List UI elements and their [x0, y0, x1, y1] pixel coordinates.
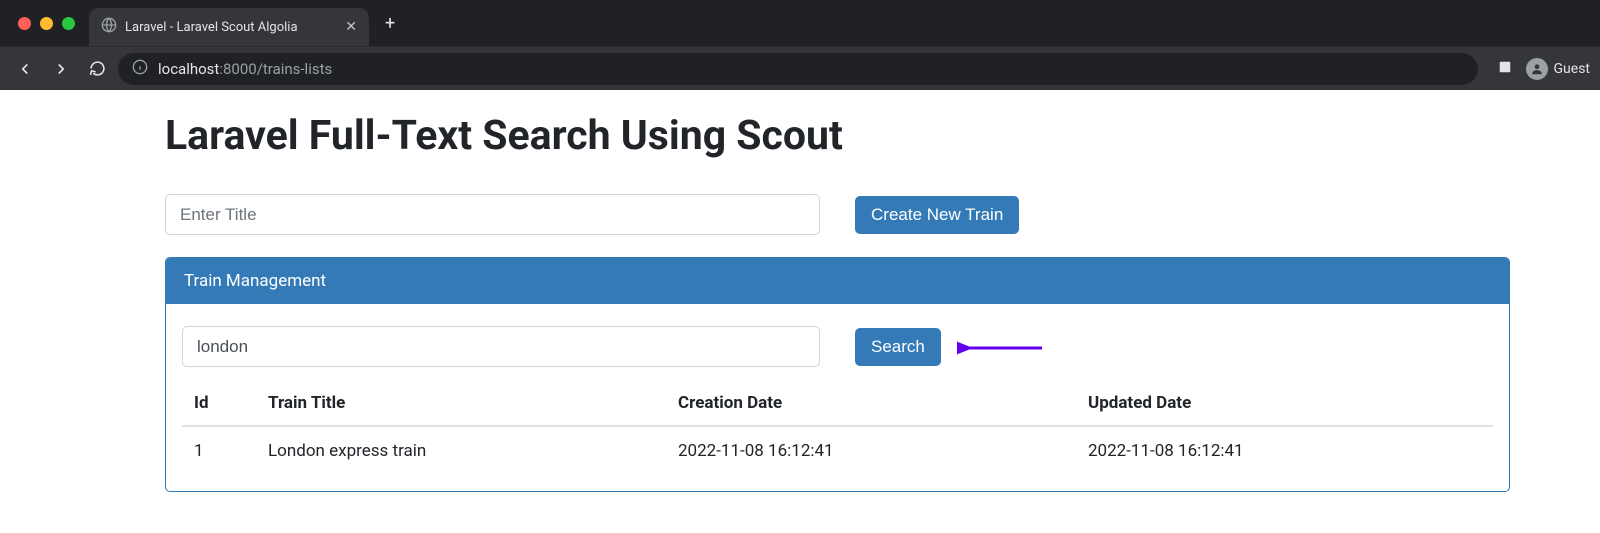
new-tab-button[interactable]: +: [369, 13, 411, 34]
window-maximize-button[interactable]: [62, 17, 75, 30]
panel-header: Train Management: [166, 258, 1509, 304]
forward-button[interactable]: [46, 54, 76, 84]
address-bar[interactable]: localhost:8000/trains-lists: [118, 53, 1478, 85]
title-input[interactable]: [165, 194, 820, 235]
url-port: :8000: [219, 60, 256, 78]
profile-label: Guest: [1554, 61, 1590, 77]
url-host: localhost: [158, 60, 219, 78]
profile-button[interactable]: Guest: [1526, 58, 1590, 80]
browser-chrome: Laravel - Laravel Scout Algolia ✕ + loca…: [0, 0, 1600, 90]
annotation-arrow: [957, 338, 1047, 358]
col-updated: Updated Date: [1080, 393, 1493, 426]
trains-table: Id Train Title Creation Date Updated Dat…: [182, 393, 1493, 461]
col-title: Train Title: [260, 393, 670, 426]
back-button[interactable]: [10, 54, 40, 84]
train-panel: Train Management Search Id Train Title C…: [165, 257, 1510, 492]
cell-updated: 2022-11-08 16:12:41: [1080, 426, 1493, 461]
cell-id: 1: [182, 426, 260, 461]
extensions-icon[interactable]: [1496, 58, 1514, 80]
browser-tab[interactable]: Laravel - Laravel Scout Algolia ✕: [89, 8, 369, 46]
col-id: Id: [182, 393, 260, 426]
browser-toolbar: localhost:8000/trains-lists Guest: [0, 46, 1600, 90]
col-created: Creation Date: [670, 393, 1080, 426]
search-row: Search: [182, 326, 1493, 367]
reload-button[interactable]: [82, 54, 112, 84]
search-input[interactable]: [182, 326, 820, 367]
panel-body: Search Id Train Title Creation Date Upda…: [166, 304, 1509, 491]
window-close-button[interactable]: [18, 17, 31, 30]
window-minimize-button[interactable]: [40, 17, 53, 30]
tab-title: Laravel - Laravel Scout Algolia: [125, 20, 337, 35]
person-icon: [1526, 58, 1548, 80]
tab-close-icon[interactable]: ✕: [345, 19, 357, 35]
page-content: Laravel Full-Text Search Using Scout Cre…: [0, 90, 1600, 532]
page-title: Laravel Full-Text Search Using Scout: [165, 112, 1600, 160]
info-icon: [132, 59, 148, 79]
create-train-button[interactable]: Create New Train: [855, 196, 1019, 234]
top-actions-row: Create New Train: [165, 194, 1600, 235]
search-button[interactable]: Search: [855, 328, 941, 366]
window-controls: [8, 17, 89, 30]
url-path: /trains-lists: [257, 60, 333, 78]
cell-created: 2022-11-08 16:12:41: [670, 426, 1080, 461]
globe-icon: [101, 17, 117, 37]
url-text: localhost:8000/trains-lists: [158, 60, 332, 78]
cell-title: London express train: [260, 426, 670, 461]
table-row: 1 London express train 2022-11-08 16:12:…: [182, 426, 1493, 461]
tab-strip: Laravel - Laravel Scout Algolia ✕ +: [0, 0, 1600, 46]
